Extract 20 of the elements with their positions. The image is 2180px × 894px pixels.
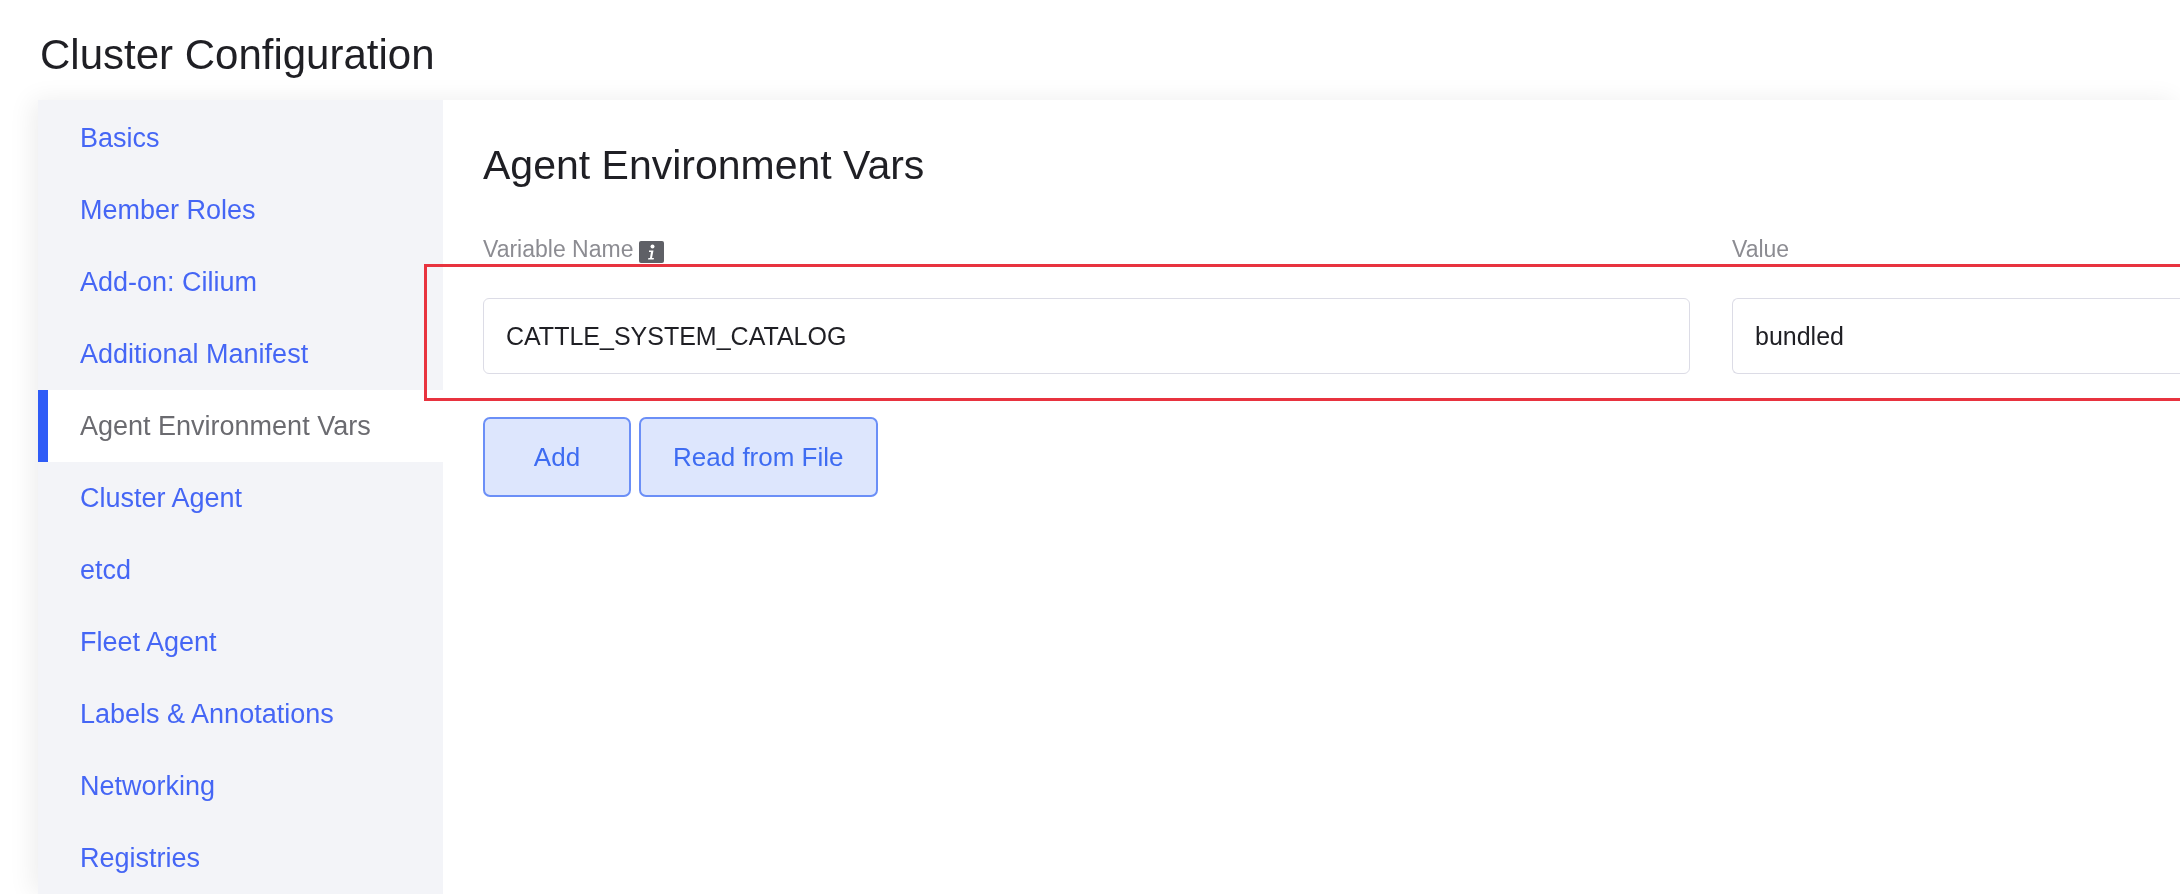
sidebar-item[interactable]: Member Roles	[38, 174, 443, 246]
sidebar-item[interactable]: Add-on: Cilium	[38, 246, 443, 318]
variable-name-field[interactable]: CATTLE_SYSTEM_CATALOG	[483, 298, 1690, 374]
read-from-file-button[interactable]: Read from File	[639, 417, 878, 497]
column-label: Variable Name	[483, 236, 634, 262]
sidebar-item[interactable]: Fleet Agent	[38, 606, 443, 678]
sidebar-item[interactable]: Networking	[38, 750, 443, 822]
page-title: Cluster Configuration	[39, 30, 436, 80]
sidebar-item[interactable]: Cluster Agent	[38, 462, 443, 534]
column-label: Value	[1732, 236, 1790, 262]
sidebar-item[interactable]: etcd	[38, 534, 443, 606]
sidebar-item[interactable]: Additional Manifest	[38, 318, 443, 390]
info-icon[interactable]	[639, 241, 665, 263]
sidebar-item[interactable]: Basics	[38, 102, 443, 174]
sidebar-item[interactable]: Agent Environment Vars	[38, 390, 443, 462]
add-button[interactable]: Add	[483, 417, 631, 497]
sidebar-item[interactable]: Registries	[38, 822, 443, 894]
section-title: Agent Environment Vars	[483, 141, 926, 190]
sidebar-item[interactable]: Labels & Annotations	[38, 678, 443, 750]
value-field[interactable]: bundled	[1732, 298, 2180, 374]
